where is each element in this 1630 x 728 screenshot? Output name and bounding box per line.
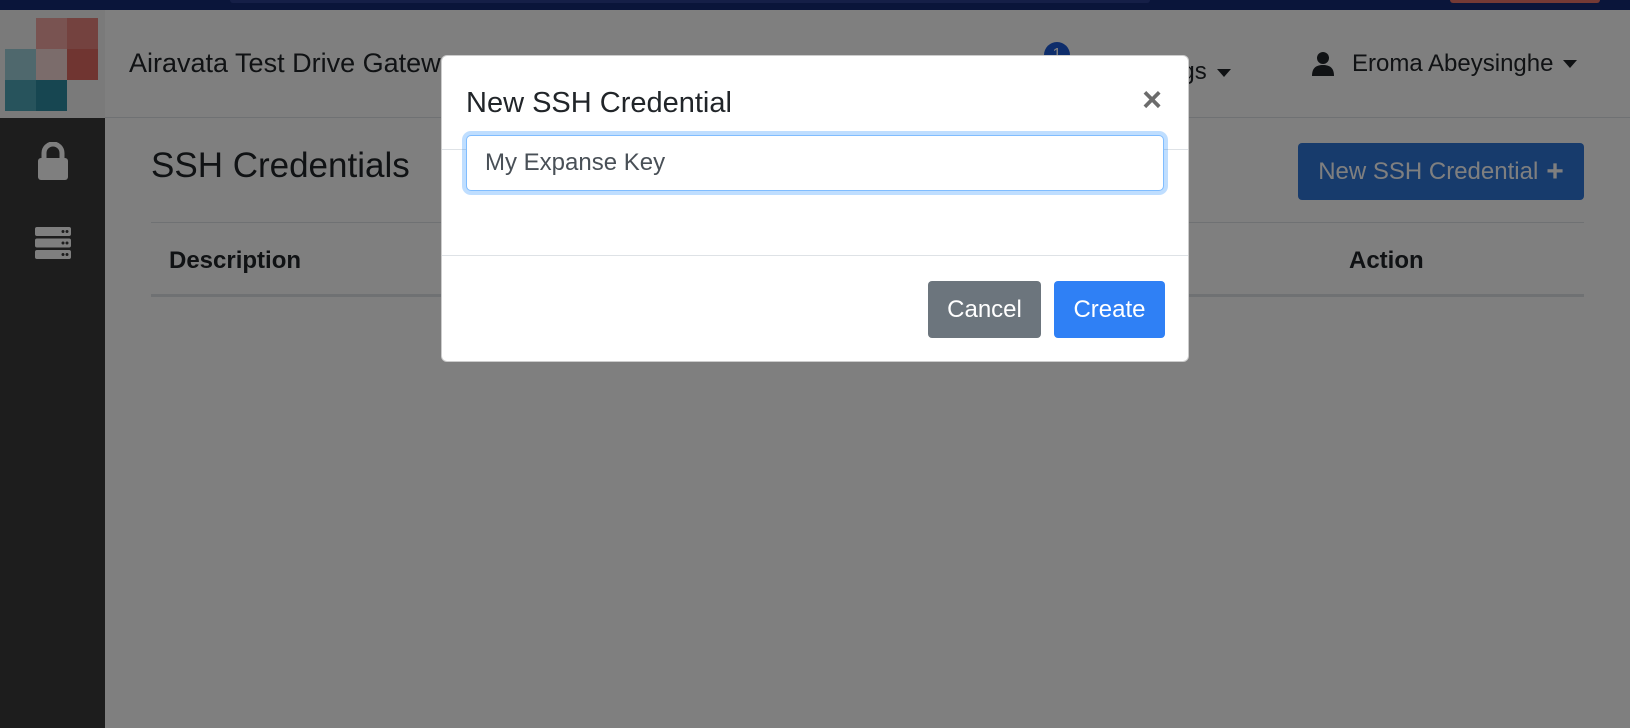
- dialog-footer: Cancel Create: [442, 256, 1188, 362]
- new-ssh-credential-dialog: New SSH Credential × Cancel Create: [441, 55, 1189, 362]
- cancel-button[interactable]: Cancel: [928, 281, 1041, 338]
- close-button[interactable]: ×: [1136, 82, 1168, 118]
- dialog-title: New SSH Credential: [466, 87, 732, 119]
- credential-description-input[interactable]: [466, 135, 1164, 191]
- create-button[interactable]: Create: [1054, 281, 1165, 338]
